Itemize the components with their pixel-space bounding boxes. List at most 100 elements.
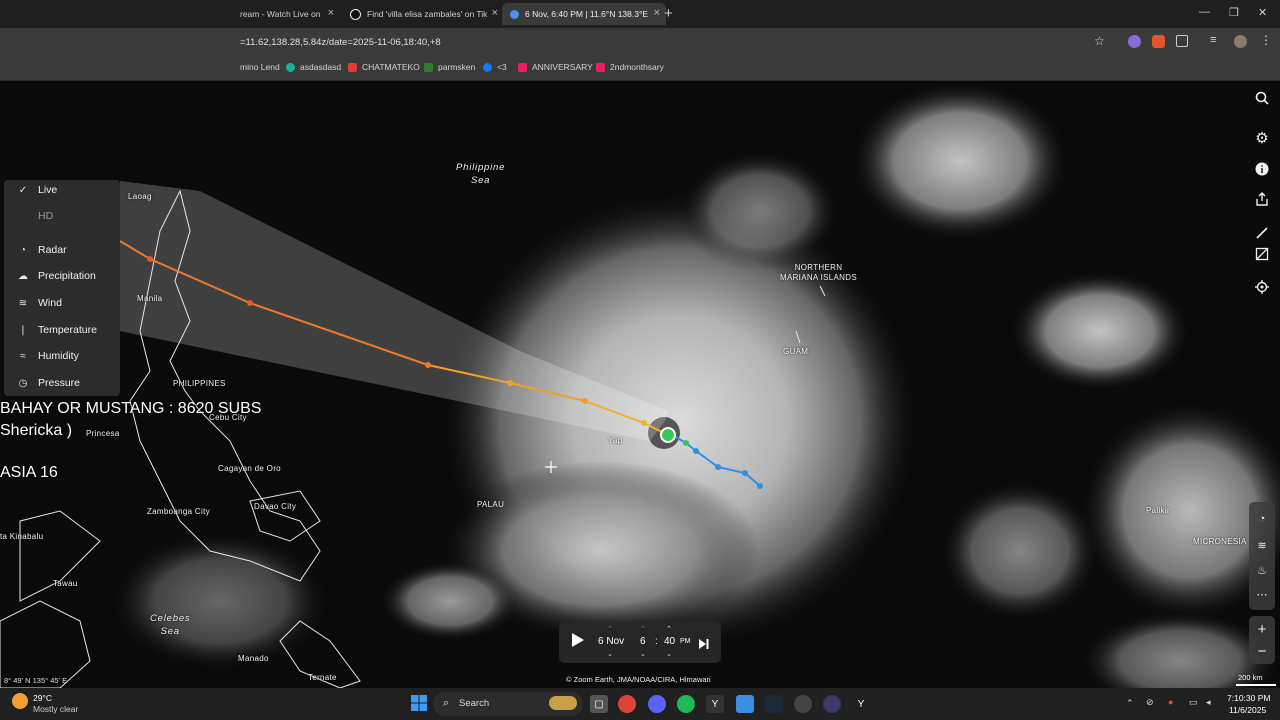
search-highlight-icon	[549, 696, 577, 710]
extension-icon[interactable]	[1128, 35, 1141, 48]
zoom-in-button[interactable]: +	[1250, 617, 1274, 641]
bookmark-icon	[286, 62, 295, 72]
app-icon[interactable]	[736, 695, 754, 713]
bookmark-item[interactable]: <3	[483, 62, 507, 72]
info-icon[interactable]	[1250, 157, 1274, 181]
minute-display[interactable]: 40	[664, 636, 675, 647]
bookmark-item[interactable]: CHATMATEKO	[348, 62, 420, 72]
locate-icon[interactable]	[1250, 275, 1274, 299]
bookmark-icon	[596, 62, 605, 72]
check-icon: ✓	[18, 184, 28, 196]
clock-time[interactable]: 7:10:30 PM	[1227, 693, 1270, 703]
chevron-down-icon[interactable]: ⌄	[607, 650, 613, 658]
chevron-up-icon[interactable]: ⌃	[666, 625, 672, 633]
mic-icon[interactable]: ●	[1168, 697, 1173, 707]
search-icon[interactable]	[1250, 86, 1274, 110]
steam-icon[interactable]	[765, 695, 783, 713]
place-label: Davao City	[254, 502, 297, 511]
bookmark-item[interactable]: 2ndmonthsary	[596, 62, 664, 72]
place-label: Palikir	[1146, 506, 1170, 515]
windows-start-icon[interactable]	[411, 695, 427, 716]
app-icon[interactable]	[823, 695, 841, 713]
media-icon[interactable]: ≡	[1210, 34, 1223, 47]
network-icon[interactable]: ⊘	[1146, 697, 1154, 708]
youtube-icon	[348, 62, 357, 72]
bookmark-item[interactable]: asdasdasd	[286, 62, 341, 72]
weather-icon[interactable]	[12, 693, 28, 709]
menu-item-precipitation[interactable]: ☁ Precipitation	[4, 266, 120, 286]
menu-item-live[interactable]: ✓ Live	[4, 180, 120, 200]
close-tab-icon[interactable]: ×	[654, 7, 660, 19]
url-field[interactable]: =11.62,138.28,5.84z/date=2025-11-06,18:4…	[240, 37, 441, 48]
sea-label-celebes: Celebes Sea	[150, 613, 191, 637]
bookmark-item[interactable]: mino Lend	[240, 62, 280, 72]
chrome-icon[interactable]	[618, 695, 636, 713]
close-tab-icon[interactable]: ×	[492, 7, 498, 19]
app-icon[interactable]: Y	[852, 695, 870, 713]
satellite-map[interactable]: Philippine Sea Celebes Sea Laoag Manila …	[0, 81, 1280, 688]
extension-icon[interactable]	[1152, 35, 1165, 48]
spotify-icon[interactable]	[677, 695, 695, 713]
star-icon[interactable]: ☆	[1094, 34, 1107, 48]
minimize-button[interactable]: —	[1199, 6, 1210, 18]
zoom-out-button[interactable]: −	[1250, 639, 1274, 663]
display-icon[interactable]: ▭	[1189, 697, 1198, 708]
radar-overlay-icon[interactable]: ◔	[1250, 507, 1274, 531]
menu-item-pressure[interactable]: ◷ Pressure	[4, 373, 120, 393]
chevron-up-icon[interactable]: ⌃	[640, 625, 646, 633]
avatar[interactable]	[1234, 35, 1247, 48]
app-icon[interactable]: Y	[706, 695, 724, 713]
gear-icon[interactable]: ⚙	[1250, 126, 1274, 150]
radar-icon: ◔	[19, 244, 27, 256]
search-label: Search	[459, 698, 490, 709]
scale-bar	[1236, 684, 1276, 686]
app-icon[interactable]	[794, 695, 812, 713]
close-window-button[interactable]: ✕	[1258, 6, 1267, 19]
place-label: PHILIPPINES	[173, 379, 226, 388]
draw-area-icon[interactable]	[1250, 242, 1274, 266]
chevron-up-icon[interactable]: ⌃	[1126, 698, 1134, 709]
more-icon[interactable]: ⋮	[1260, 33, 1273, 47]
puzzle-icon[interactable]	[1176, 35, 1188, 47]
menu-item-radar[interactable]: ◔ Radar	[4, 240, 120, 260]
fire-icon[interactable]: ♨	[1250, 558, 1274, 582]
restore-button[interactable]: ❐	[1229, 6, 1239, 19]
facebook-icon	[483, 62, 492, 72]
tab-tiktok[interactable]: Find 'villa elisa zambales' on Tik ×	[344, 3, 504, 25]
menu-item-temperature[interactable]: ❘ Temperature	[4, 320, 120, 340]
share-icon[interactable]	[1250, 187, 1274, 211]
attribution-text: © Zoom Earth, JMA/NOAA/CIRA, Himawari	[566, 675, 711, 684]
tab-zoom-earth[interactable]: 6 Nov, 6:40 PM | 11.6°N 138.3°E ×	[502, 3, 666, 25]
menu-item-wind[interactable]: ≋ Wind	[4, 293, 120, 313]
tab-stream[interactable]: ream - Watch Live on ×	[240, 3, 340, 25]
menu-item-hd[interactable]: HD	[4, 206, 120, 226]
play-icon[interactable]	[571, 632, 585, 653]
place-label: PALAU	[477, 500, 505, 509]
new-tab-button[interactable]: +	[664, 5, 673, 22]
hour-display[interactable]: 6	[640, 636, 646, 647]
place-label: Manado	[238, 654, 269, 663]
chevron-down-icon[interactable]: ⌄	[640, 650, 646, 658]
chevron-up-icon[interactable]: ⌃	[607, 625, 613, 633]
close-tab-icon[interactable]: ×	[328, 7, 334, 19]
weather-desc[interactable]: Mostly clear	[33, 704, 78, 714]
bookmark-icon	[518, 62, 527, 72]
more-options-icon[interactable]: ⋯	[1250, 582, 1274, 606]
tab-label: ream - Watch Live on	[240, 9, 321, 19]
bookmark-item[interactable]: parmsken	[424, 62, 475, 72]
clock-date[interactable]: 11/6/2025	[1229, 705, 1266, 715]
place-label: Zamboanga City	[147, 507, 210, 516]
task-view-icon[interactable]: ▢	[590, 695, 608, 713]
wind-overlay-icon[interactable]: ≋	[1250, 533, 1274, 557]
date-display[interactable]: 6 Nov	[598, 636, 624, 647]
skip-next-icon[interactable]	[699, 636, 709, 654]
menu-item-humidity[interactable]: ≈ Humidity	[4, 346, 120, 366]
discord-icon[interactable]	[648, 695, 666, 713]
bookmark-item[interactable]: ANNIVERSARY	[518, 62, 593, 72]
time-separator: :	[655, 636, 658, 647]
volume-icon[interactable]: ◂	[1206, 697, 1211, 708]
chevron-down-icon[interactable]: ⌄	[666, 650, 672, 658]
gauge-icon: ◷	[18, 377, 28, 389]
place-label: Ternate	[308, 673, 337, 682]
weather-temp[interactable]: 29°C	[33, 693, 52, 703]
